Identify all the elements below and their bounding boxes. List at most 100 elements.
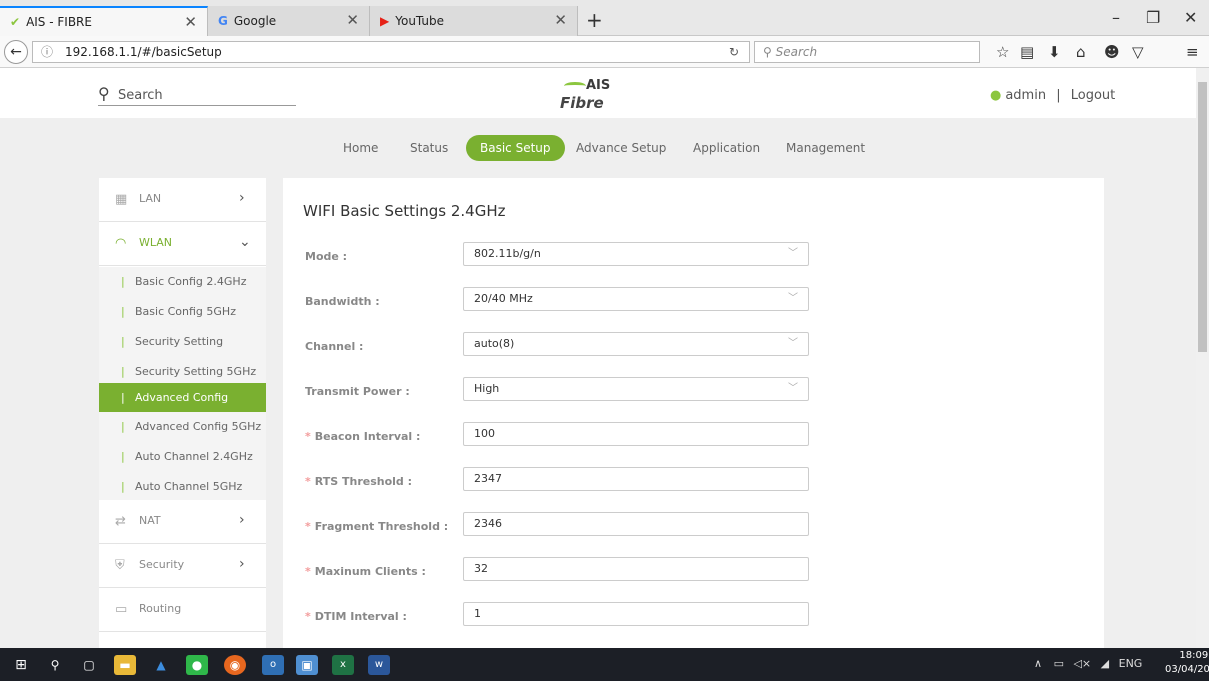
close-tab-icon[interactable]: ✕ (184, 13, 197, 31)
sidebar-sub-advanced-config-24[interactable]: Advanced Config 2.4GHz (99, 383, 266, 434)
photos-icon[interactable]: ▲ (150, 655, 172, 675)
remote-desktop-icon[interactable]: ▣ (296, 655, 318, 675)
close-tab-icon[interactable]: ✕ (346, 11, 359, 29)
sidebar-item-wlan[interactable]: ◠ WLAN ⌄ (99, 222, 266, 266)
sidebar-sub-security-24[interactable]: Security Setting 2.4GHz (99, 327, 266, 378)
beacon-interval-input[interactable]: 100 (463, 422, 809, 446)
outlook-icon[interactable]: o (262, 655, 284, 675)
menu-icon[interactable]: ≡ (1186, 43, 1199, 61)
windows-start-icon[interactable]: ⊞ (10, 655, 32, 675)
sidebar-sub-basic-config-5[interactable]: Basic Config 5GHz (99, 297, 266, 327)
network-icon[interactable]: ◢ (1101, 657, 1109, 670)
nav-basic-setup[interactable]: Basic Setup (466, 135, 565, 161)
nat-icon: ⇄ (115, 514, 126, 529)
chevron-down-icon: ﹀ (788, 383, 798, 394)
word-icon[interactable]: w (368, 655, 390, 675)
mode-select[interactable]: 802.11b/g/n ﹀ (463, 242, 809, 266)
sidebar-item-nat[interactable]: ⇄ NAT › (99, 500, 266, 544)
firefox-icon[interactable]: ◉ (224, 655, 246, 675)
logo-swoosh (564, 82, 586, 90)
minimize-icon[interactable]: – (1112, 8, 1120, 27)
page: ⚲ Search AIS Fibre ● admin | Logout Home … (0, 68, 1196, 648)
form-row-fragment-threshold: * Fragment Threshold : 2346 (283, 512, 1104, 552)
browser-tab-bar: ✔ AIS - FIBRE ✕ G Google ✕ ▶ YouTube ✕ +… (0, 0, 1209, 36)
form-row-max-clients: * Maxinum Clients : 32 (283, 557, 1104, 597)
restore-icon[interactable]: ❐ (1146, 8, 1160, 27)
username[interactable]: admin (1005, 88, 1046, 103)
form-row-rts-threshold: * RTS Threshold : 2347 (283, 467, 1104, 507)
url-bar[interactable]: ⓘ 192.168.1.1/#/basicSetup ↻ (32, 41, 750, 63)
reading-list-icon[interactable]: ▤ (1020, 43, 1034, 61)
router-icon: ▭ (115, 602, 128, 617)
router-header: ⚲ Search AIS Fibre ● admin | Logout (0, 68, 1196, 118)
sidebar-item-lan[interactable]: ▦ LAN › (99, 178, 266, 222)
fragment-threshold-input[interactable]: 2346 (463, 512, 809, 536)
taskbar-clock[interactable]: 18:09 03/04/2019 (1165, 649, 1209, 677)
sidebar-item-routing[interactable]: ▭ Routing (99, 588, 266, 632)
sidebar-sub-auto-channel-24[interactable]: Auto Channel 2.4GHz (99, 442, 266, 472)
excel-icon[interactable]: x (332, 655, 354, 675)
logout-link[interactable]: Logout (1071, 88, 1116, 103)
scrollbar-thumb[interactable] (1198, 82, 1207, 352)
reload-icon[interactable]: ↻ (729, 42, 739, 62)
bandwidth-select[interactable]: 20/40 MHz ﹀ (463, 287, 809, 311)
user-area: ● admin | Logout (990, 88, 1116, 103)
tab-label: AIS - FIBRE (26, 15, 92, 29)
settings-panel: WIFI Basic Settings 2.4GHz Mode : 802.11… (283, 178, 1104, 648)
tab-ais-fibre[interactable]: ✔ AIS - FIBRE ✕ (0, 6, 208, 36)
user-icon: ● (990, 88, 1002, 103)
search-icon[interactable]: ⚲ (44, 655, 66, 675)
chevron-down-icon: ⌄ (239, 234, 251, 250)
nav-status[interactable]: Status (410, 141, 448, 155)
lan-icon: ▦ (115, 192, 128, 207)
ais-favicon-icon: ✔ (10, 15, 21, 29)
chevron-down-icon: ﹀ (788, 338, 798, 349)
chevron-down-icon: ﹀ (788, 248, 798, 259)
chevron-down-icon: ﹀ (788, 293, 798, 304)
nav-home[interactable]: Home (343, 141, 378, 155)
form-row-channel: Channel : auto(8) ﹀ (283, 332, 1104, 372)
close-window-icon[interactable]: ✕ (1184, 8, 1197, 27)
channel-select[interactable]: auto(8) ﹀ (463, 332, 809, 356)
tab-label: Google (233, 14, 277, 28)
search-icon: ⚲ (98, 84, 110, 103)
tray-expand-icon[interactable]: ∧ (1034, 657, 1042, 670)
tab-youtube[interactable]: ▶ YouTube ✕ (370, 6, 578, 36)
download-icon[interactable]: ⬇ (1048, 43, 1061, 61)
volume-icon[interactable]: ◁× (1073, 657, 1091, 670)
rts-threshold-input[interactable]: 2347 (463, 467, 809, 491)
tab-label: YouTube (395, 14, 445, 28)
transmit-power-select[interactable]: High ﹀ (463, 377, 809, 401)
nav-advance-setup[interactable]: Advance Setup (576, 141, 666, 155)
chat-icon[interactable]: ☻ (1104, 43, 1120, 61)
max-clients-input[interactable]: 32 (463, 557, 809, 581)
home-icon[interactable]: ⌂ (1076, 43, 1086, 61)
form-row-beacon-interval: * Beacon Interval : 100 (283, 422, 1104, 462)
bookmark-star-icon[interactable]: ☆ (996, 43, 1009, 61)
windows-taskbar: ⊞ ⚲ ▢ ▬ ▲ ● ◉ o ▣ x w ∧ ▭ ◁× ◢ ENG 18:09… (0, 648, 1209, 681)
form-row-mode: Mode : 802.11b/g/n ﹀ (283, 242, 1104, 282)
sidebar-sub-advanced-config-5[interactable]: Advanced Config 5GHz (99, 412, 266, 442)
close-tab-icon[interactable]: ✕ (554, 11, 567, 29)
sidebar-item-security[interactable]: ⛨ Security › (99, 544, 266, 588)
browser-nav-bar: ← ⓘ 192.168.1.1/#/basicSetup ↻ ⚲ Search … (0, 36, 1209, 68)
nav-application[interactable]: Application (693, 141, 760, 155)
back-button[interactable]: ← (4, 40, 28, 64)
info-icon[interactable]: ⓘ (41, 42, 53, 62)
dtim-interval-input[interactable]: 1 (463, 602, 809, 626)
browser-search-input[interactable]: ⚲ Search (754, 41, 980, 63)
nav-management[interactable]: Management (786, 141, 865, 155)
form-row-transmit-power: Transmit Power : High ﹀ (283, 377, 1104, 417)
sidebar-sub-basic-config-24[interactable]: Basic Config 2.4GHz (99, 267, 266, 297)
language-indicator[interactable]: ENG (1119, 657, 1143, 670)
sidebar-sub-auto-channel-5[interactable]: Auto Channel 5GHz (99, 472, 266, 502)
line-app-icon[interactable]: ● (186, 655, 208, 675)
pocket-icon[interactable]: ▽ (1132, 43, 1144, 61)
task-view-icon[interactable]: ▢ (78, 655, 100, 675)
new-tab-button[interactable]: + (586, 8, 603, 32)
battery-icon[interactable]: ▭ (1054, 657, 1064, 670)
file-explorer-icon[interactable]: ▬ (114, 655, 136, 675)
main-nav: Home Status Basic Setup Advance Setup Ap… (0, 134, 1196, 166)
tab-google[interactable]: G Google ✕ (208, 6, 370, 36)
router-search-input[interactable]: ⚲ Search (98, 84, 296, 106)
